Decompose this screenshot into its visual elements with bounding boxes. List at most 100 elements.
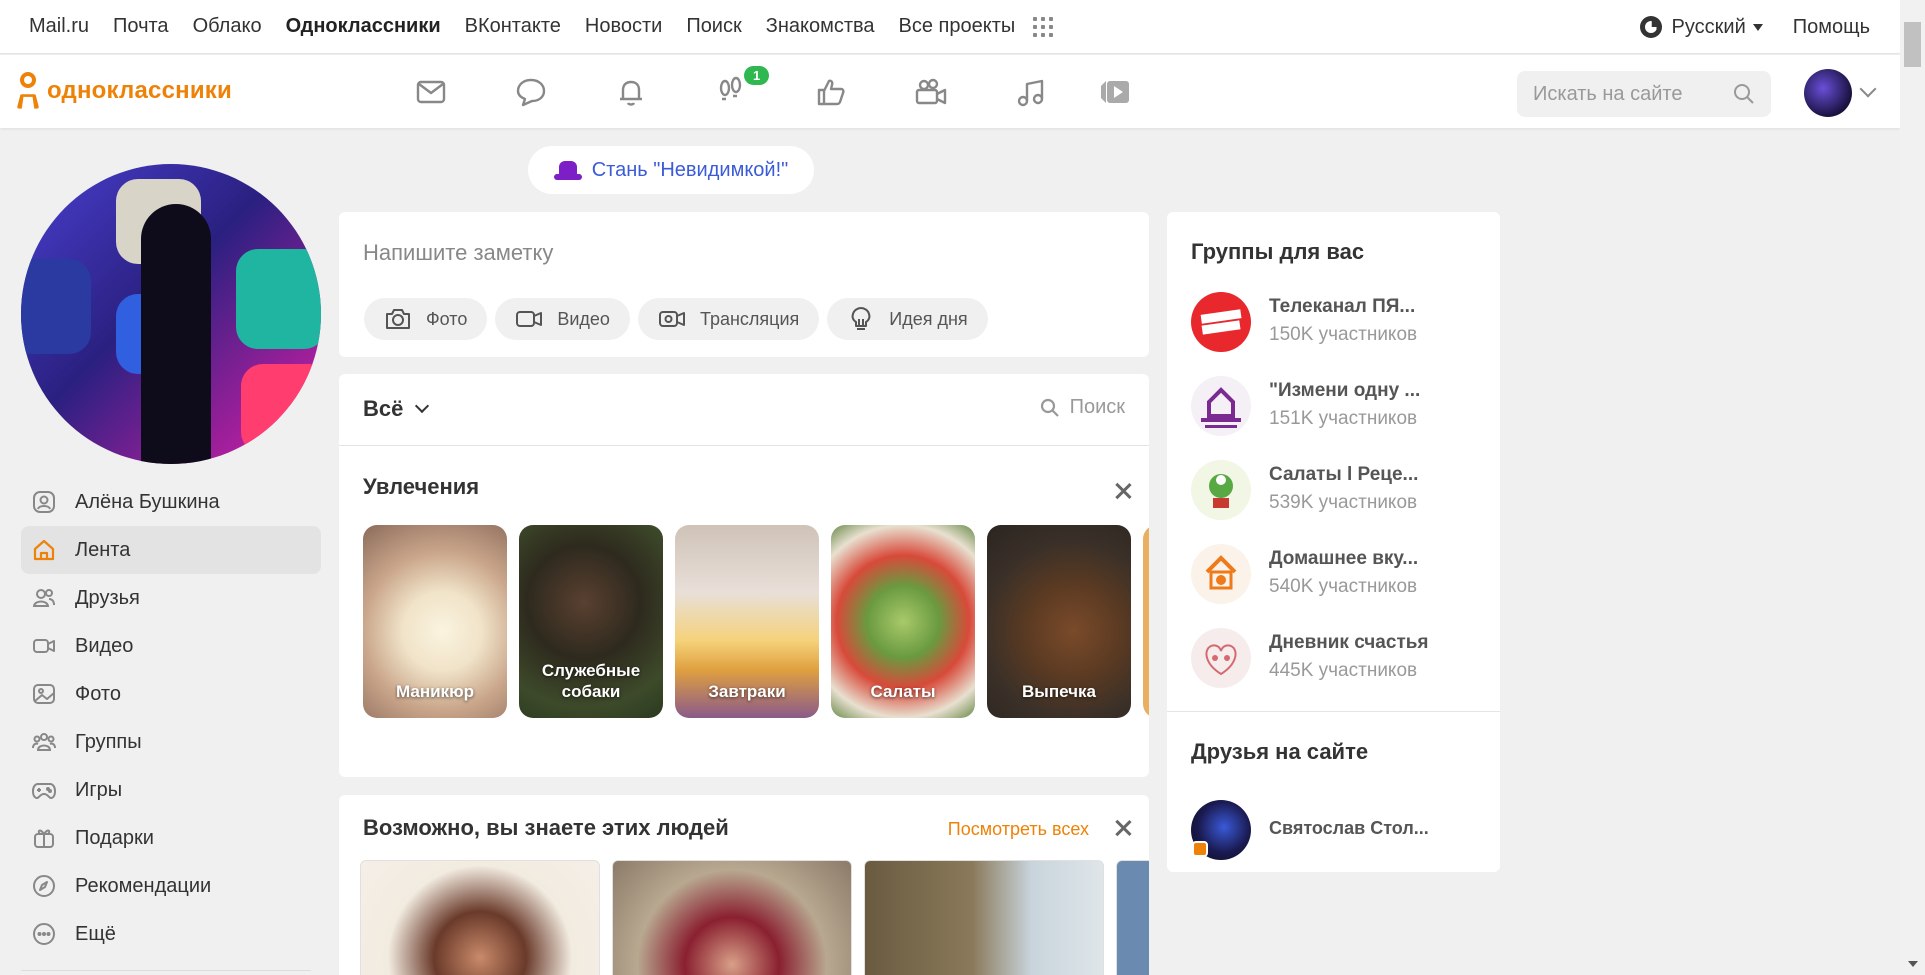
scrollbar-thumb[interactable] xyxy=(1904,22,1921,67)
apps-grid-icon[interactable] xyxy=(1033,16,1054,37)
site-search[interactable] xyxy=(1517,71,1771,117)
notifications-icon[interactable] xyxy=(609,70,653,114)
hobby-card-label: Выпечка xyxy=(1022,682,1096,701)
group-name: Салаты l Реце... xyxy=(1269,464,1419,485)
become-invisible-label: Стань "Невидимкой!" xyxy=(591,158,789,181)
ok-logo-text: одноклассники xyxy=(47,77,232,104)
broadcast-icon xyxy=(658,311,685,327)
group-item[interactable]: Домашнее вку... 540K участников xyxy=(1191,544,1481,606)
hobby-card-next[interactable] xyxy=(1143,525,1149,718)
sidebar-item-recommendations[interactable]: Рекомендации xyxy=(21,862,321,910)
sidebar-item-feed[interactable]: Лента xyxy=(21,526,321,574)
music-icon[interactable] xyxy=(1009,70,1053,114)
ok-logo[interactable]: одноклассники xyxy=(16,72,232,110)
hobbies-carousel: Маникюр Служебные собаки Завтраки Салаты… xyxy=(363,525,1149,718)
site-header: одноклассники 1 xyxy=(0,55,1900,128)
site-search-input[interactable] xyxy=(1533,82,1733,106)
group-item[interactable]: "Измени одну ... 151K участников xyxy=(1191,376,1481,438)
become-invisible-button[interactable]: Стань "Невидимкой!" xyxy=(528,146,814,194)
group-name: "Измени одну ... xyxy=(1269,380,1421,401)
see-all-link[interactable]: Посмотреть всех xyxy=(948,819,1089,840)
sidebar-item-video[interactable]: Видео xyxy=(21,622,321,670)
person-card[interactable] xyxy=(360,860,600,975)
groups-icon xyxy=(31,729,57,755)
sidebar-item-profile[interactable]: Алёна Бушкина xyxy=(21,478,321,526)
group-avatar xyxy=(1191,292,1251,352)
friend-item[interactable]: Святослав Стол... xyxy=(1191,800,1481,862)
videogame-icon[interactable] xyxy=(1093,70,1137,114)
hobby-card-breakfasts[interactable]: Завтраки xyxy=(675,525,819,718)
sidebar-item-more[interactable]: Ещё xyxy=(21,910,321,958)
events-icon[interactable] xyxy=(809,70,853,114)
hobbies-title: Увлечения xyxy=(363,474,480,499)
scroll-down-arrow-icon[interactable] xyxy=(1908,961,1918,967)
hobby-card-label: Завтраки xyxy=(708,682,786,701)
profile-photo[interactable] xyxy=(21,164,321,464)
portal-link-dating[interactable]: Знакомства xyxy=(766,15,875,38)
person-card[interactable] xyxy=(864,860,1104,975)
note-input[interactable]: Напишите заметку xyxy=(363,240,553,266)
close-icon[interactable] xyxy=(1114,482,1132,500)
person-card[interactable] xyxy=(1116,860,1149,975)
help-link[interactable]: Помощь xyxy=(1793,16,1870,39)
photo-icon xyxy=(31,681,57,707)
sidebar-item-label: Лента xyxy=(75,538,131,561)
feed-filter-dropdown[interactable]: Всё xyxy=(363,396,430,422)
note-broadcast-button[interactable]: Трансляция xyxy=(637,298,820,340)
portal-link-cloud[interactable]: Облако xyxy=(193,15,262,38)
portal-link-vk[interactable]: ВКонтакте xyxy=(465,15,561,38)
people-carousel xyxy=(360,860,1149,975)
group-members: 540K участников xyxy=(1269,576,1418,597)
portal-link-mailru[interactable]: Mail.ru xyxy=(29,15,89,38)
discussions-icon[interactable] xyxy=(509,70,553,114)
right-column: Группы для вас Телеканал ПЯ... 150K учас… xyxy=(1167,212,1500,872)
hobby-card-label: Салаты xyxy=(870,682,936,701)
group-members: 150K участников xyxy=(1269,324,1418,345)
sidebar-item-groups[interactable]: Группы xyxy=(21,718,321,766)
hobby-card-service-dogs[interactable]: Служебные собаки xyxy=(519,525,663,718)
search-icon[interactable] xyxy=(1733,83,1755,105)
sidebar-item-label: Группы xyxy=(75,730,142,753)
video-icon xyxy=(31,633,57,659)
more-icon xyxy=(31,921,57,947)
sidebar-item-label: Алёна Бушкина xyxy=(75,490,220,513)
sidebar-item-games[interactable]: Игры xyxy=(21,766,321,814)
group-item[interactable]: Дневник счастья 445K участников xyxy=(1191,628,1481,690)
note-video-button[interactable]: Видео xyxy=(495,298,630,340)
group-item[interactable]: Салаты l Реце... 539K участников xyxy=(1191,460,1481,522)
note-photo-button[interactable]: Фото xyxy=(364,298,488,340)
chevron-down-icon[interactable] xyxy=(1859,80,1877,98)
hobby-card-manicure[interactable]: Маникюр xyxy=(363,525,507,718)
portal-link-mail[interactable]: Почта xyxy=(113,15,169,38)
guests-icon[interactable]: 1 xyxy=(709,66,770,114)
portal-link-ok[interactable]: Одноклассники xyxy=(286,15,441,38)
hobby-card-salads[interactable]: Салаты xyxy=(831,525,975,718)
group-name: Домашнее вку... xyxy=(1269,548,1419,569)
gift-icon xyxy=(31,825,57,851)
group-item[interactable]: Телеканал ПЯ... 150K участников xyxy=(1191,292,1481,354)
language-selector[interactable]: Русский xyxy=(1639,16,1763,39)
group-name: Телеканал ПЯ... xyxy=(1269,296,1416,317)
sidebar-item-friends[interactable]: Друзья xyxy=(21,574,321,622)
friend-name: Святослав Стол... xyxy=(1269,818,1429,838)
user-avatar[interactable] xyxy=(1804,69,1852,117)
feed-search-button[interactable]: Поиск xyxy=(1040,396,1125,419)
group-avatar xyxy=(1191,628,1251,688)
video-icon[interactable] xyxy=(909,70,953,114)
sidebar-item-gifts[interactable]: Подарки xyxy=(21,814,321,862)
portal-link-news[interactable]: Новости xyxy=(585,15,662,38)
note-idea-button[interactable]: Идея дня xyxy=(827,298,988,340)
sidebar-item-label: Друзья xyxy=(75,586,140,609)
portal-link-search[interactable]: Поиск xyxy=(686,15,741,38)
sidebar-item-photo[interactable]: Фото xyxy=(21,670,321,718)
portal-link-all-projects[interactable]: Все проекты xyxy=(899,15,1016,38)
messages-icon[interactable] xyxy=(409,70,453,114)
close-icon[interactable] xyxy=(1114,819,1132,837)
page-scrollbar[interactable] xyxy=(1900,0,1925,975)
person-card[interactable] xyxy=(612,860,852,975)
hobby-card-baking[interactable]: Выпечка xyxy=(987,525,1131,718)
sidebar-item-label: Подарки xyxy=(75,826,154,849)
groups-for-you-title: Группы для вас xyxy=(1191,239,1365,264)
group-members: 445K участников xyxy=(1269,660,1418,681)
note-broadcast-label: Трансляция xyxy=(699,308,800,329)
